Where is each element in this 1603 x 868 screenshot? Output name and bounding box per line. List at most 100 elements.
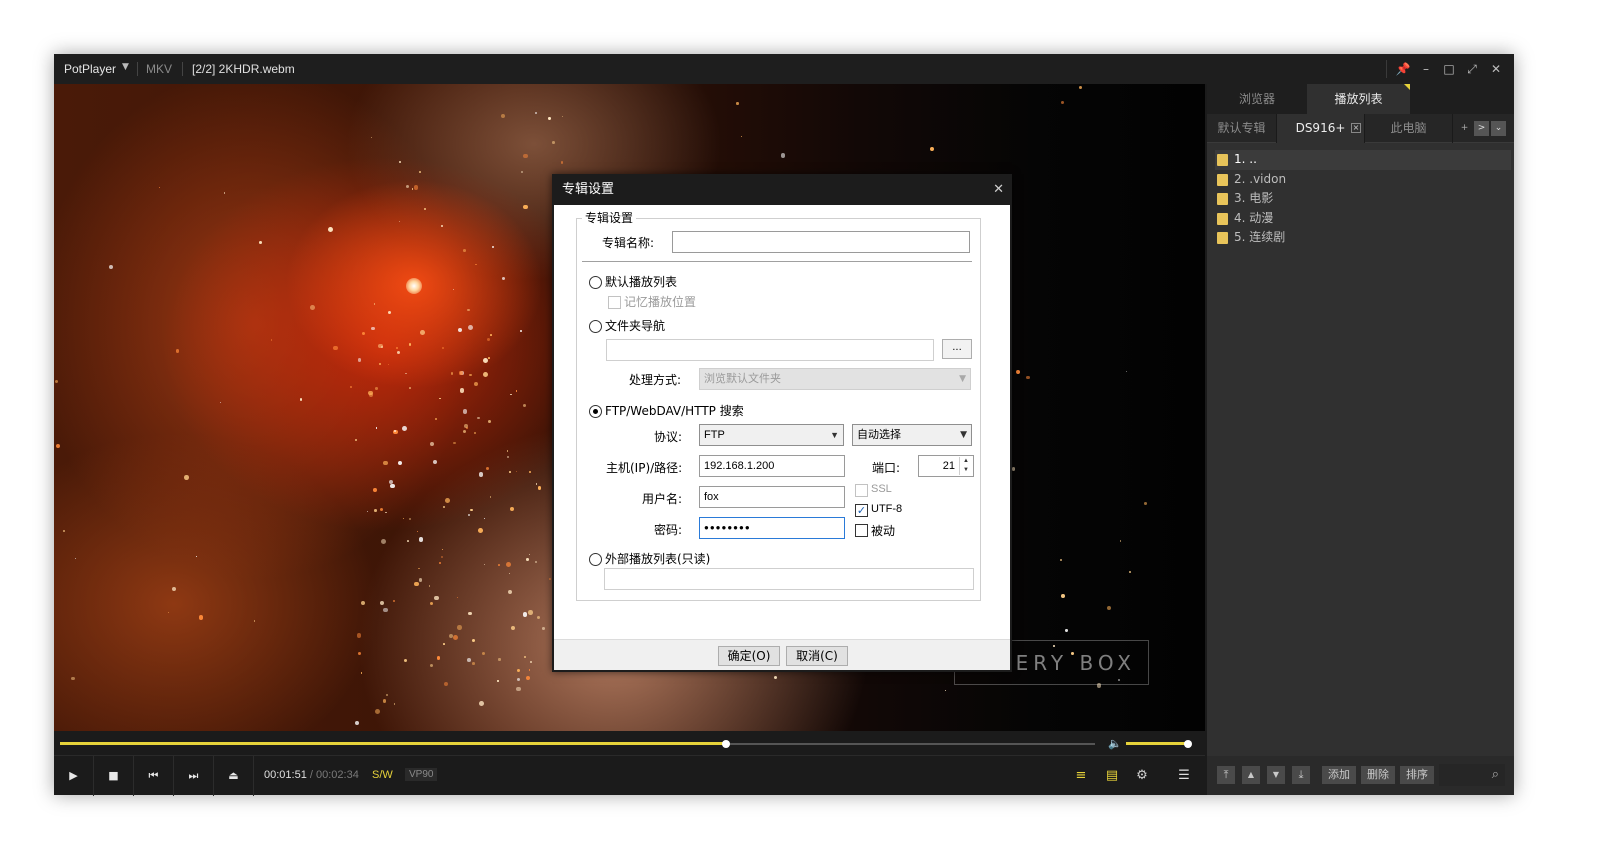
- passive-label: 被动: [871, 524, 896, 538]
- spark-particle: [523, 655, 526, 658]
- list-item[interactable]: 5. 连续剧: [1215, 228, 1511, 248]
- move-down-button[interactable]: ▼: [1267, 766, 1285, 784]
- stop-button[interactable]: ■: [94, 756, 134, 796]
- passive-checkbox[interactable]: [855, 524, 868, 537]
- tab-browser[interactable]: 浏览器: [1207, 84, 1307, 114]
- process-mode-select[interactable]: 浏览默认文件夹 ▼: [699, 368, 971, 390]
- move-top-button[interactable]: ⤒: [1217, 766, 1235, 784]
- spark-particle: [477, 416, 481, 420]
- codec-badge[interactable]: VP90: [405, 768, 438, 781]
- time-separator: /: [309, 769, 313, 781]
- move-up-button[interactable]: ▲: [1242, 766, 1260, 784]
- playlist-search-icon[interactable]: ≡: [1071, 766, 1091, 786]
- radio-external-playlist[interactable]: [589, 553, 602, 566]
- encoding-select[interactable]: 自动选择 ▼: [852, 424, 972, 446]
- spark-particle: [327, 226, 333, 232]
- pin-icon[interactable]: 📌: [1394, 60, 1412, 78]
- spark-particle: [929, 146, 934, 151]
- list-item[interactable]: 3. 电影: [1215, 189, 1511, 209]
- menu-icon[interactable]: ☰: [1174, 766, 1194, 786]
- browse-button[interactable]: ...: [942, 339, 972, 359]
- list-item[interactable]: 2. .vidon: [1215, 170, 1511, 190]
- spark-particle: [394, 703, 396, 705]
- password-input[interactable]: ●●●●●●●●: [699, 517, 845, 539]
- spark-particle: [475, 263, 477, 266]
- spark-particle: [1071, 652, 1074, 656]
- cancel-button[interactable]: 取消(C): [786, 646, 848, 666]
- seek-area: 🔈: [54, 731, 1205, 755]
- spark-particle: [389, 483, 395, 489]
- spark-particle: [403, 658, 408, 663]
- scroll-tabs-button[interactable]: >: [1474, 121, 1489, 136]
- spark-particle: [1119, 540, 1122, 542]
- radio-folder-nav[interactable]: [589, 320, 602, 333]
- list-item[interactable]: 1. ..: [1215, 150, 1511, 170]
- utf8-label: UTF-8: [871, 503, 903, 515]
- spark-particle: [535, 111, 538, 114]
- spark-particle: [402, 426, 408, 432]
- spark-particle: [450, 372, 454, 376]
- subtitle-icon[interactable]: ▤: [1102, 766, 1122, 786]
- stepper-arrows-icon[interactable]: ▲ ▼: [959, 457, 972, 475]
- volume-icon[interactable]: 🔈: [1108, 737, 1122, 750]
- remember-position-checkbox[interactable]: [608, 296, 621, 309]
- maximize-button[interactable]: □: [1440, 60, 1458, 78]
- time-display[interactable]: 00:01:51 / 00:02:34: [264, 769, 359, 781]
- play-button[interactable]: ▶: [54, 756, 94, 796]
- sort-button[interactable]: 排序: [1400, 766, 1434, 784]
- fullscreen-button[interactable]: ⤢: [1463, 60, 1481, 78]
- spark-particle: [516, 677, 521, 682]
- active-tab-marker: [1404, 84, 1410, 90]
- seek-handle[interactable]: [721, 740, 730, 748]
- spark-particle: [515, 470, 517, 472]
- spark-particle: [375, 427, 377, 429]
- close-icon[interactable]: ✕: [993, 176, 1004, 204]
- playlist-search-input[interactable]: ⌕: [1439, 764, 1505, 786]
- spark-particle: [402, 517, 404, 519]
- username-input[interactable]: [699, 486, 845, 508]
- move-bottom-button[interactable]: ⤓: [1292, 766, 1310, 784]
- close-button[interactable]: ✕: [1487, 60, 1505, 78]
- album-name-input[interactable]: [672, 231, 970, 253]
- folder-icon: [1217, 193, 1228, 205]
- external-playlist-input[interactable]: [604, 568, 974, 590]
- delete-button[interactable]: 删除: [1361, 766, 1395, 784]
- tab-default-album[interactable]: 默认专辑: [1207, 114, 1277, 143]
- spark-particle: [944, 689, 946, 692]
- radio-ftp[interactable]: [589, 405, 602, 418]
- search-icon[interactable]: ⌕: [1492, 767, 1499, 782]
- app-menu-button[interactable]: PotPlayer: [64, 62, 116, 76]
- tabs-menu-button[interactable]: ⌄: [1491, 121, 1506, 136]
- tab-playlist[interactable]: 播放列表: [1307, 84, 1410, 114]
- ok-button[interactable]: 确定(O): [718, 646, 780, 666]
- utf8-checkbox[interactable]: ✓: [855, 504, 868, 517]
- spark-particle: [528, 553, 530, 555]
- close-icon[interactable]: ×: [1351, 123, 1361, 133]
- previous-button[interactable]: ⏮: [134, 756, 174, 796]
- password-label: 密码:: [654, 523, 683, 537]
- spark-particle: [481, 651, 485, 655]
- eject-button[interactable]: ⏏: [214, 756, 254, 796]
- spark-particle: [378, 362, 382, 366]
- folder-path-input[interactable]: [606, 339, 934, 361]
- volume-handle[interactable]: [1184, 740, 1192, 748]
- next-button[interactable]: ⏭: [174, 756, 214, 796]
- tab-this-pc[interactable]: 此电脑: [1365, 114, 1453, 143]
- chevron-down-icon[interactable]: ▼: [122, 62, 129, 72]
- list-item[interactable]: 4. 动漫: [1215, 209, 1511, 229]
- radio-default-playlist[interactable]: [589, 276, 602, 289]
- gear-icon[interactable]: ⚙: [1132, 766, 1152, 786]
- add-button[interactable]: 添加: [1322, 766, 1356, 784]
- ssl-checkbox[interactable]: [855, 484, 868, 497]
- spark-particle: [467, 308, 470, 311]
- spark-particle: [413, 185, 419, 190]
- add-tab-button[interactable]: +: [1457, 121, 1472, 136]
- port-stepper[interactable]: 21 ▲ ▼: [918, 455, 974, 477]
- spark-particle: [506, 561, 512, 567]
- spark-particle: [781, 153, 786, 158]
- spark-particle: [501, 276, 505, 280]
- decoder-badge[interactable]: S/W: [372, 769, 393, 781]
- protocol-select[interactable]: FTP ▼: [699, 424, 844, 446]
- minimize-button[interactable]: –: [1417, 60, 1435, 78]
- host-input[interactable]: [699, 455, 845, 477]
